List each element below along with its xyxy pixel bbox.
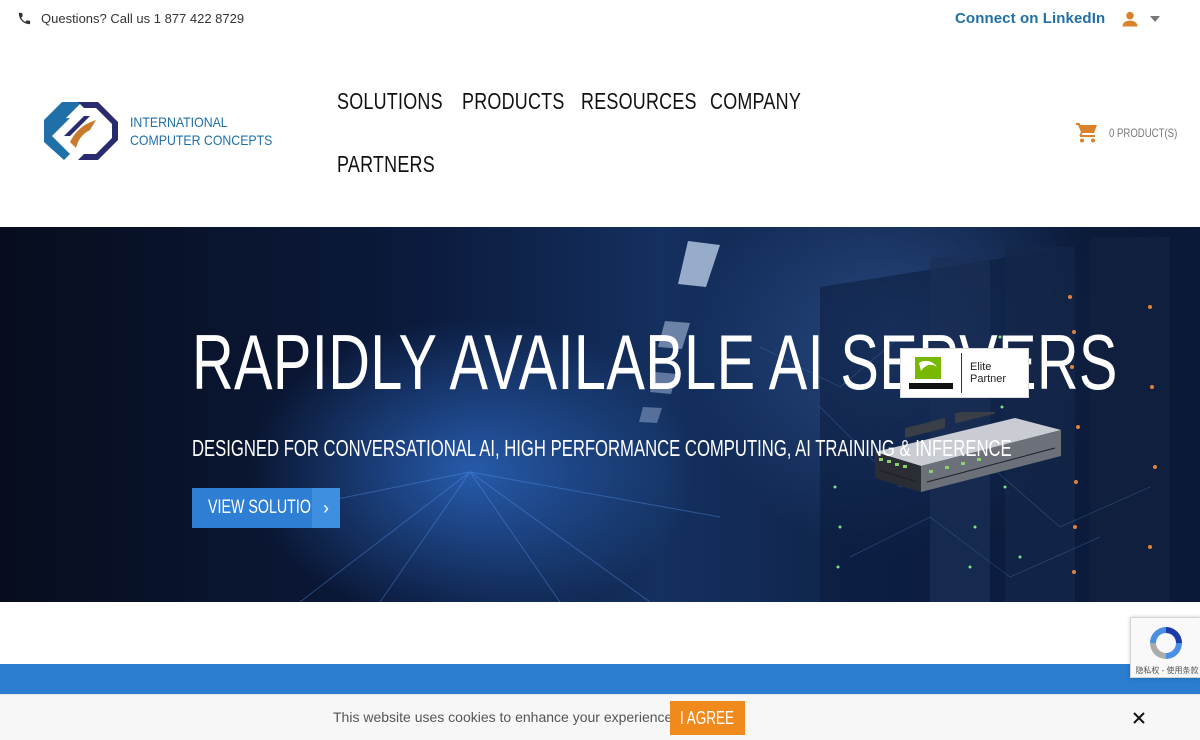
phone-icon <box>18 12 31 25</box>
nav-item-products[interactable]: PRODUCTS <box>462 88 565 115</box>
logo-line-1: INTERNATIONAL <box>130 114 228 130</box>
close-icon[interactable] <box>1131 710 1147 726</box>
company-logo[interactable]: INTERNATIONAL COMPUTER CONCEPTS <box>40 100 292 162</box>
recaptcha-badge[interactable]: 隐私权 - 使用条款 <box>1130 617 1200 678</box>
cookie-message: This website uses cookies to enhance you… <box>333 709 677 725</box>
phone-contact: Questions? Call us 1 877 422 8729 <box>17 11 244 26</box>
recaptcha-terms-label[interactable]: 隐私权 - 使用条款 <box>1133 665 1200 676</box>
view-solution-label: VIEW SOLUTION <box>208 497 322 518</box>
chevron-right-icon: › <box>312 488 340 528</box>
cookie-agree-label: I AGREE <box>680 707 735 728</box>
user-icon[interactable] <box>1120 9 1140 29</box>
view-solution-button[interactable]: VIEW SOLUTION › <box>192 488 340 528</box>
hero-banner: RAPIDLY AVAILABLE AI SERVERS Elite Partn… <box>0 227 1200 602</box>
top-bar: Questions? Call us 1 877 422 8729 Connec… <box>0 0 1200 40</box>
cookie-agree-button[interactable]: I AGREE <box>670 701 745 735</box>
nav-item-partners[interactable]: PARTNERS <box>337 151 435 178</box>
account-menu[interactable] <box>1120 9 1160 29</box>
badge-divider <box>961 353 962 393</box>
cookie-consent-bar: This website uses cookies to enhance you… <box>0 694 1200 740</box>
recaptcha-icon <box>1150 627 1182 659</box>
logo-mark-icon <box>44 102 118 160</box>
nav-item-solutions[interactable]: SOLUTIONS <box>337 88 443 115</box>
partner-badge: Elite Partner <box>900 348 1029 398</box>
nav-item-resources[interactable]: RESOURCES <box>581 88 697 115</box>
nav-item-company[interactable]: COMPANY <box>710 88 801 115</box>
phone-text: Questions? Call us 1 877 422 8729 <box>41 11 245 26</box>
logo-line-2: COMPUTER CONCEPTS <box>130 132 273 148</box>
badge-line-1: Elite <box>970 361 992 373</box>
hero-subtitle: DESIGNED FOR CONVERSATIONAL AI, HIGH PER… <box>192 435 1012 461</box>
nvidia-logo-icon <box>909 357 953 389</box>
linkedin-link[interactable]: Connect on LinkedIn <box>955 10 1105 27</box>
cart-count-label: 0 PRODUCT(S) <box>1109 126 1178 140</box>
logo-text: INTERNATIONAL COMPUTER CONCEPTS <box>130 113 272 149</box>
cart-icon[interactable] <box>1075 122 1099 144</box>
cart-link[interactable]: 0 PRODUCT(S) <box>1075 122 1194 144</box>
badge-text: Elite Partner <box>970 361 1006 385</box>
chevron-down-icon[interactable] <box>1150 16 1160 22</box>
badge-line-2: Partner <box>970 373 1007 385</box>
